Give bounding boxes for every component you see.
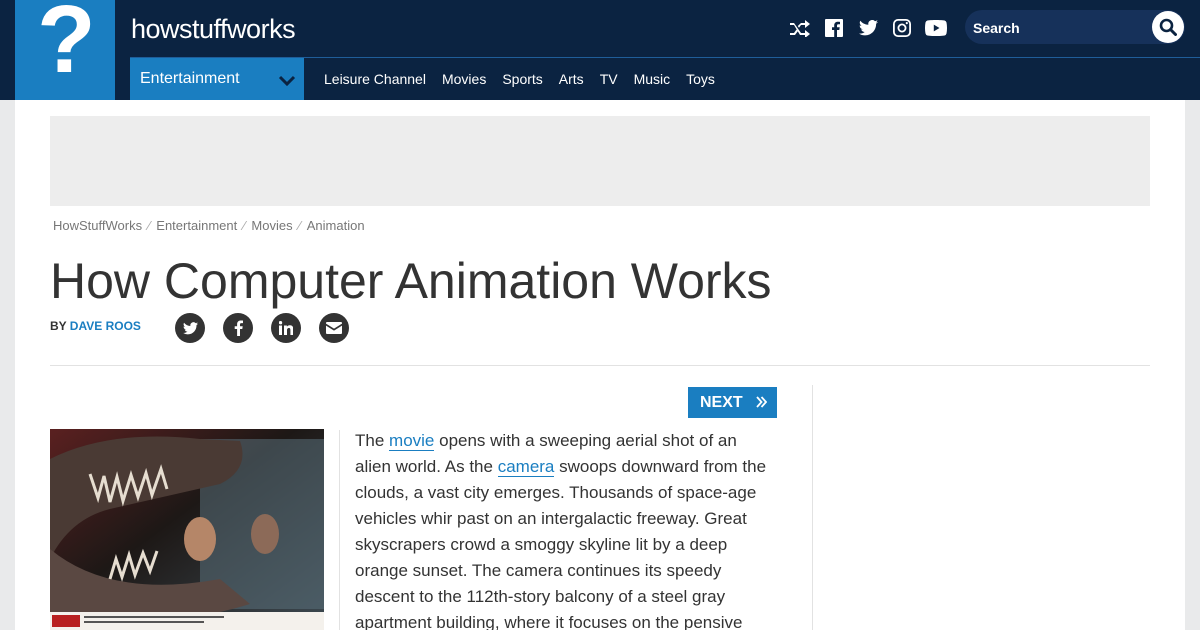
nav-item-music[interactable]: Music: [634, 71, 671, 87]
next-page-button[interactable]: NEXT: [688, 387, 777, 418]
shuffle-icon[interactable]: [783, 14, 817, 42]
share-email-button[interactable]: [319, 313, 349, 343]
page-title: How Computer Animation Works: [50, 253, 772, 309]
next-label: NEXT: [700, 393, 743, 411]
channel-label: Entertainment: [140, 70, 240, 87]
twitter-icon: [182, 321, 198, 334]
breadcrumb-separator: ⁄: [243, 218, 246, 233]
share-twitter-button[interactable]: [175, 313, 205, 343]
nav-item-arts[interactable]: Arts: [559, 71, 584, 87]
search-input[interactable]: [973, 18, 1143, 38]
linkedin-icon: [279, 321, 293, 335]
nav-item-sports[interactable]: Sports: [502, 71, 542, 87]
nav-item-leisure-channel[interactable]: Leisure Channel: [324, 71, 426, 87]
breadcrumb-item-movies[interactable]: Movies: [251, 218, 292, 233]
share-linkedin-button[interactable]: [271, 313, 301, 343]
youtube-icon[interactable]: [919, 14, 953, 42]
byline-label: BY: [50, 319, 67, 333]
facebook-icon[interactable]: [817, 14, 851, 42]
section-divider: [50, 365, 1150, 366]
breadcrumb-item-entertainment[interactable]: Entertainment: [156, 218, 237, 233]
image-divider: [339, 430, 340, 630]
author-link[interactable]: DAVE ROOS: [70, 319, 141, 333]
social-links: [783, 14, 953, 42]
article-image[interactable]: [50, 429, 324, 630]
site-logo[interactable]: ?: [15, 0, 115, 100]
search-icon: [1159, 18, 1177, 36]
content-card: HowStuffWorks ⁄ Entertainment ⁄ Movies ⁄…: [15, 100, 1185, 630]
channel-dropdown[interactable]: Entertainment: [130, 58, 304, 100]
search-box: [965, 10, 1185, 44]
movie-link[interactable]: movie: [389, 431, 435, 451]
share-facebook-button[interactable]: [223, 313, 253, 343]
share-buttons: [175, 313, 349, 343]
breadcrumb-separator: ⁄: [148, 218, 151, 233]
article-text: swoops downward from the clouds, a vast …: [355, 457, 767, 630]
article-text: The: [355, 431, 390, 450]
byline: BY DAVE ROOS: [50, 319, 141, 333]
sidebar-divider: [812, 385, 813, 630]
site-header: ? howstuffworks Entertainment Leisure Ch…: [0, 0, 1200, 100]
breadcrumb-item-howstuffworks[interactable]: HowStuffWorks: [53, 218, 142, 233]
chevron-down-icon: [278, 75, 296, 87]
breadcrumb: HowStuffWorks ⁄ Entertainment ⁄ Movies ⁄…: [53, 218, 365, 233]
breadcrumb-separator: ⁄: [298, 218, 301, 233]
instagram-icon[interactable]: [885, 14, 919, 42]
facebook-icon: [234, 320, 243, 336]
nav-item-movies[interactable]: Movies: [442, 71, 486, 87]
site-wordmark[interactable]: howstuffworks: [131, 14, 296, 45]
logo-question-mark: ?: [37, 0, 96, 93]
article-body: The movie opens with a sweeping aerial s…: [355, 428, 775, 630]
camera-link[interactable]: camera: [497, 457, 555, 477]
channel-nav: Leisure Channel Movies Sports Arts TV Mu…: [324, 71, 715, 87]
twitter-icon[interactable]: [851, 14, 885, 42]
search-button[interactable]: [1152, 11, 1184, 43]
ad-placeholder: [50, 116, 1150, 206]
double-chevron-right-icon: [756, 396, 767, 408]
nav-item-toys[interactable]: Toys: [686, 71, 715, 87]
breadcrumb-item-animation[interactable]: Animation: [307, 218, 365, 233]
envelope-icon: [326, 322, 342, 334]
nav-item-tv[interactable]: TV: [600, 71, 618, 87]
